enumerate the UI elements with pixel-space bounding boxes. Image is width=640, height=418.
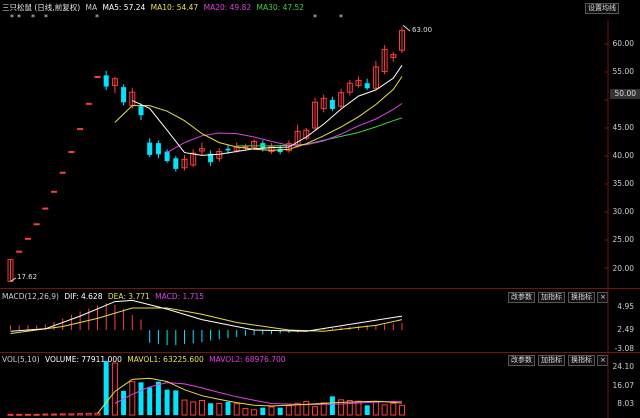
candle-body-down <box>225 148 231 151</box>
candle-body-up <box>24 237 31 240</box>
volume-bar-up <box>242 408 249 416</box>
candle-body-down <box>147 142 153 155</box>
volume-bar-down <box>260 407 266 415</box>
ma5-line <box>132 65 403 156</box>
volume-bar-up <box>198 400 205 416</box>
volume-bar-up <box>24 413 31 416</box>
volume-bar-down <box>225 401 231 415</box>
volume-bar-up <box>7 413 14 416</box>
candle-body-down <box>173 158 179 169</box>
volume-bar-up <box>85 412 92 416</box>
volume-bar-up <box>190 401 197 416</box>
volume-bar-up <box>251 409 258 416</box>
volume-bar-up <box>111 362 118 416</box>
volume-bar-up <box>16 413 23 416</box>
volume-bar-up <box>372 401 379 416</box>
candle-body-down <box>364 83 370 89</box>
volume-bar-down <box>103 360 109 415</box>
volume-bar-up <box>381 404 388 416</box>
candle-body-up <box>94 75 101 78</box>
volume-bar-up <box>268 406 275 416</box>
candle-body-up <box>51 190 57 193</box>
candle-body-up <box>59 171 66 174</box>
volume-bar-down <box>277 407 283 415</box>
candle-body-up <box>242 145 249 148</box>
candle-body-up <box>68 151 75 154</box>
candle-body-down <box>329 100 335 109</box>
volume-bar-up <box>77 413 84 416</box>
candle-body-down <box>121 87 127 103</box>
volume-bar-up <box>285 405 292 416</box>
volume-bar-down <box>147 387 153 415</box>
candle-body-up <box>85 102 92 105</box>
volume-bar-up <box>303 400 310 416</box>
candle-body-down <box>103 75 109 87</box>
volume-bar-up <box>216 403 223 416</box>
volume-bar-up <box>312 406 318 416</box>
volume-bar-down <box>208 403 214 415</box>
volume-bar-down <box>121 390 127 415</box>
volume-bar-up <box>390 402 397 416</box>
candle-body-down <box>164 151 170 162</box>
volume-bar-up <box>59 413 66 416</box>
candle-body-up <box>16 250 23 253</box>
candle-body-down <box>138 106 144 116</box>
volume-bar-up <box>399 404 405 416</box>
candle-body-up <box>33 223 40 226</box>
kline-chart-canvas[interactable] <box>0 0 640 418</box>
volume-bar-down <box>155 381 161 415</box>
volume-bar-down <box>173 390 179 415</box>
volume-bar-up <box>233 403 240 416</box>
volume-bar-up <box>51 413 57 416</box>
volume-bar-up <box>33 413 40 416</box>
volume-bar-down <box>164 389 170 415</box>
volume-bar-up <box>129 381 136 416</box>
candle-body-up <box>42 207 49 210</box>
volume-bar-down <box>138 382 144 415</box>
volume-bar-up <box>181 399 188 416</box>
volume-bar-up <box>68 413 75 416</box>
candle-body-up <box>77 128 84 131</box>
volume-bar-up <box>42 413 49 416</box>
candle-body-down <box>155 143 161 155</box>
volume-bar-down <box>329 396 335 415</box>
volume-bar-down <box>364 405 370 415</box>
volume-bar-up <box>346 400 353 416</box>
